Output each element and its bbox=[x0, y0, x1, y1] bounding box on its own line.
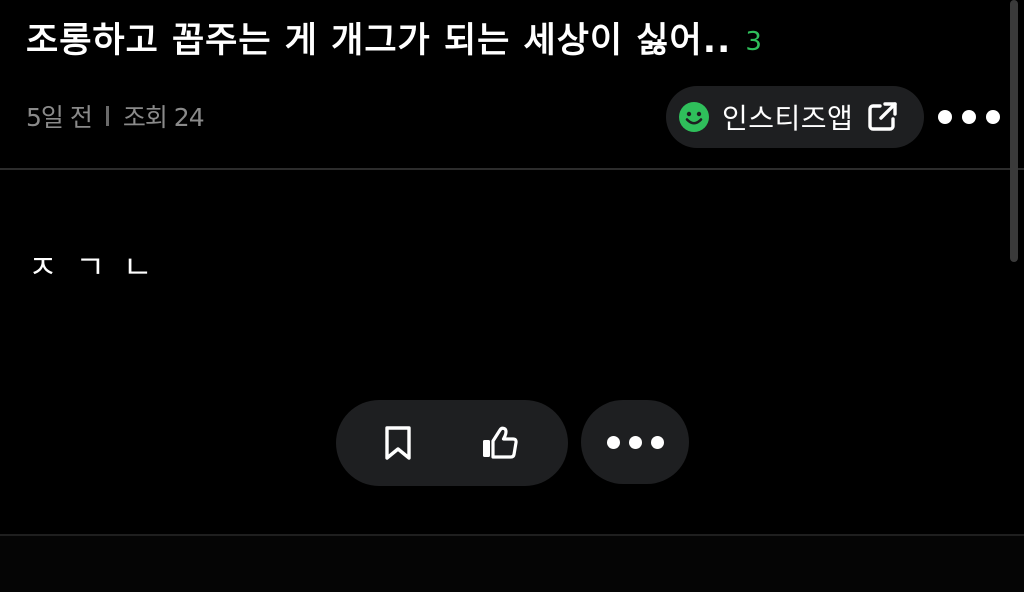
more-actions-button[interactable] bbox=[581, 400, 689, 484]
more-dot-icon bbox=[650, 435, 664, 449]
open-app-label: 인스티즈앱 bbox=[722, 102, 854, 135]
meta-divider bbox=[105, 106, 109, 126]
smile-icon bbox=[679, 102, 709, 132]
post-body: ㅈㄱㄴ bbox=[28, 248, 171, 286]
thumbs-up-icon bbox=[483, 426, 518, 459]
post-view: 조롱하고 꼽주는 게 개그가 되는 세상이 싫어.. 3 5일 전 조회 24 … bbox=[0, 0, 1024, 592]
scrollbar[interactable] bbox=[1010, 0, 1018, 262]
post-title: 조롱하고 꼽주는 게 개그가 되는 세상이 싫어.. bbox=[26, 21, 732, 61]
post-meta: 5일 전 조회 24 bbox=[26, 98, 205, 134]
more-dot-icon bbox=[962, 110, 976, 124]
post-views: 조회 24 bbox=[122, 103, 205, 132]
post-time: 5일 전 bbox=[26, 103, 93, 132]
like-button[interactable] bbox=[478, 421, 522, 465]
more-dot-icon bbox=[986, 110, 1000, 124]
post-actions bbox=[336, 400, 568, 486]
more-dot-icon bbox=[606, 435, 620, 449]
external-link-icon bbox=[868, 102, 898, 131]
more-options-button[interactable] bbox=[938, 100, 1000, 134]
header-divider bbox=[0, 168, 1024, 170]
footer-area bbox=[0, 536, 1024, 592]
open-app-button[interactable]: 인스티즈앱 bbox=[666, 86, 924, 148]
more-dot-icon bbox=[938, 110, 952, 124]
bookmark-button[interactable] bbox=[376, 421, 420, 465]
bookmark-icon bbox=[385, 426, 411, 460]
more-dot-icon bbox=[628, 435, 642, 449]
post-header: 조롱하고 꼽주는 게 개그가 되는 세상이 싫어.. 3 bbox=[26, 12, 984, 63]
comment-count-badge[interactable]: 3 bbox=[745, 27, 762, 57]
